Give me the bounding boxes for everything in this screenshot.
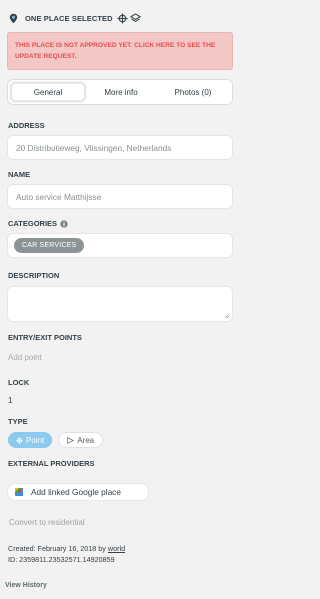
selection-header: ONE PLACE SELECTED (8, 12, 234, 24)
created-user-link[interactable]: world (108, 544, 125, 553)
info-icon[interactable] (60, 219, 68, 228)
entry-exit-label: ENTRY/EXIT POINTS (8, 333, 82, 342)
type-area-label: Area (77, 435, 95, 445)
created-text: Created: February 16, 2018 by (8, 544, 106, 553)
alert-text: THIS PLACE IS NOT APPROVED YET. CLICK HE… (15, 42, 216, 60)
created-info: Created: February 16, 2018 by world (8, 544, 125, 553)
description-label: DESCRIPTION (8, 271, 60, 280)
resize-handle-icon[interactable] (224, 313, 230, 319)
add-google-place-label: Add linked Google place (31, 487, 121, 497)
view-history-link[interactable]: View History (5, 582, 47, 589)
address-field[interactable]: 20 Distributieweg, Vlissingen, Netherlan… (7, 135, 233, 160)
type-point-label: Point (26, 435, 45, 445)
categories-label: CATEGORIES (8, 219, 58, 228)
lock-value[interactable]: 1 (8, 396, 12, 405)
type-point-button[interactable]: Point (8, 432, 53, 448)
layers-icon[interactable] (129, 12, 141, 24)
selection-title: ONE PLACE SELECTED (25, 13, 113, 23)
name-label: NAME (8, 170, 31, 179)
add-google-place-button[interactable]: Add linked Google place (7, 483, 149, 501)
place-id: ID: 2359811.23532571.14920859 (8, 555, 115, 564)
point-icon (16, 436, 23, 444)
crosshair-icon[interactable] (117, 12, 128, 24)
category-chip[interactable]: CAR SERVICES (14, 238, 85, 253)
address-label: ADDRESS (8, 121, 45, 130)
tab-photos[interactable]: Photos (0) (157, 83, 229, 101)
type-area-button[interactable]: Area (58, 432, 104, 448)
convert-residential-link[interactable]: Convert to residential (9, 518, 85, 527)
add-point-link[interactable]: Add point (8, 353, 42, 362)
area-icon (67, 436, 75, 444)
categories-label-row: CATEGORIES (8, 219, 68, 228)
google-maps-icon (15, 488, 23, 496)
description-textarea[interactable] (7, 286, 233, 322)
type-label: TYPE (8, 417, 28, 426)
tab-more-info[interactable]: More info (85, 83, 157, 101)
unapproved-alert[interactable]: THIS PLACE IS NOT APPROVED YET. CLICK HE… (7, 32, 233, 70)
categories-field[interactable]: CAR SERVICES (7, 233, 233, 258)
lock-label: LOCK (8, 378, 30, 387)
type-toggle: Point Area (8, 432, 104, 448)
tab-bar: General More info Photos (0) (7, 79, 233, 105)
place-pin-icon (9, 13, 18, 23)
tab-general[interactable]: General (11, 83, 85, 101)
external-providers-label: EXTERNAL PROVIDERS (8, 459, 95, 468)
name-field[interactable]: Auto service Matthijsse (7, 184, 233, 209)
